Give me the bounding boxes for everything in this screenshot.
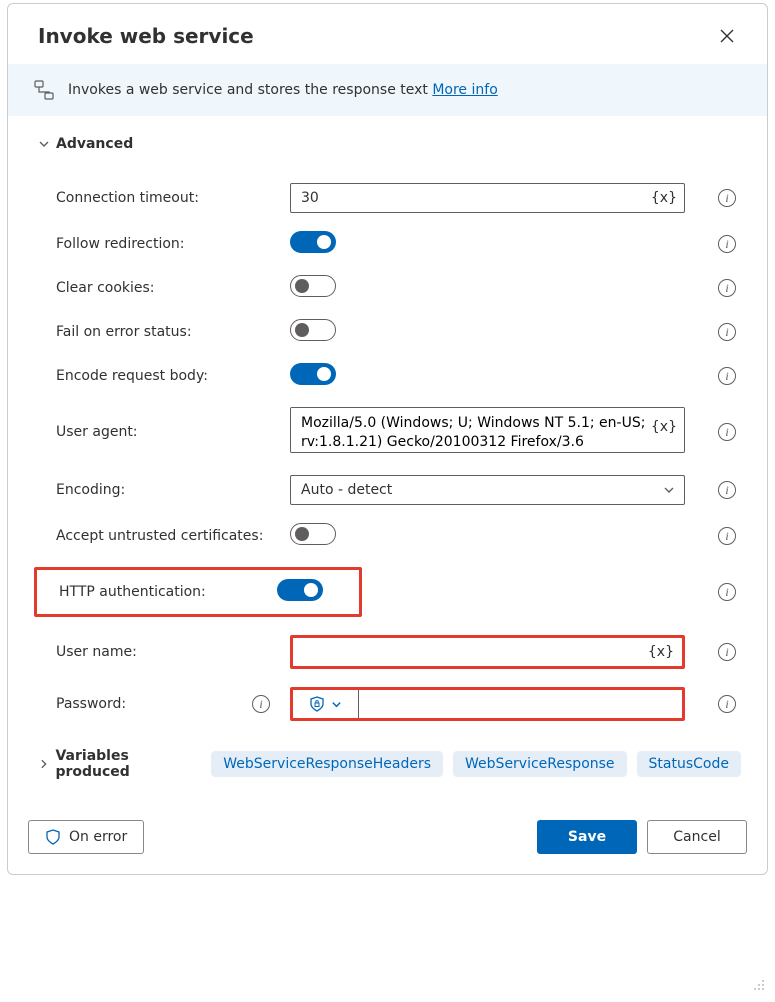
info-icon[interactable]: [718, 481, 736, 499]
password-input[interactable]: [359, 690, 682, 718]
username-input[interactable]: [293, 638, 682, 666]
dialog-title: Invoke web service: [38, 24, 254, 48]
info-icon[interactable]: [718, 527, 736, 545]
info-icon[interactable]: [718, 189, 736, 207]
variable-pill[interactable]: WebServiceResponseHeaders: [211, 751, 443, 777]
dialog-content: Advanced Connection timeout: {x} Follow …: [8, 116, 767, 804]
row-username: User name: {x}: [38, 626, 741, 678]
password-secure-dropdown[interactable]: [293, 690, 359, 718]
follow-redirection-toggle[interactable]: [290, 231, 336, 253]
dialog: Invoke web service Invokes a web service…: [7, 3, 768, 875]
row-variables-produced: Variables produced WebServiceResponseHea…: [38, 730, 741, 804]
encode-body-label: Encode request body:: [56, 368, 208, 384]
resize-grip-icon[interactable]: [753, 979, 765, 994]
row-follow-redirection: Follow redirection:: [38, 222, 741, 266]
info-icon[interactable]: [718, 235, 736, 253]
variable-pill[interactable]: WebServiceResponse: [453, 751, 627, 777]
encoding-label: Encoding:: [56, 482, 125, 498]
shield-lock-icon: [309, 696, 325, 712]
clear-cookies-label: Clear cookies:: [56, 280, 155, 296]
info-icon[interactable]: [718, 423, 736, 441]
user-agent-input[interactable]: [290, 407, 685, 453]
chevron-down-icon: [38, 138, 50, 150]
on-error-button[interactable]: On error: [28, 820, 144, 854]
row-encode-body: Encode request body:: [38, 354, 741, 398]
encoding-select[interactable]: Auto - detect: [290, 475, 685, 505]
variable-token-button[interactable]: {x}: [648, 644, 674, 660]
info-icon[interactable]: [718, 279, 736, 297]
shield-icon: [45, 829, 61, 845]
user-agent-label: User agent:: [56, 424, 138, 440]
web-service-icon: [34, 80, 54, 100]
info-icon[interactable]: [718, 323, 736, 341]
accept-untrusted-label: Accept untrusted certificates:: [56, 528, 263, 544]
fail-on-error-toggle[interactable]: [290, 319, 336, 341]
advanced-section-toggle[interactable]: Advanced: [38, 136, 741, 152]
username-label: User name:: [56, 644, 137, 660]
variable-token-button[interactable]: {x}: [651, 190, 677, 206]
http-authentication-toggle[interactable]: [277, 579, 323, 601]
variable-pill[interactable]: StatusCode: [637, 751, 741, 777]
clear-cookies-toggle[interactable]: [290, 275, 336, 297]
info-icon[interactable]: [252, 695, 270, 713]
connection-timeout-input[interactable]: [290, 183, 685, 213]
row-accept-untrusted: Accept untrusted certificates:: [38, 514, 741, 558]
row-connection-timeout: Connection timeout: {x}: [38, 174, 741, 222]
row-http-authentication: HTTP authentication:: [38, 558, 741, 626]
info-banner: Invokes a web service and stores the res…: [8, 64, 767, 116]
row-fail-on-error: Fail on error status:: [38, 310, 741, 354]
row-clear-cookies: Clear cookies:: [38, 266, 741, 310]
advanced-label: Advanced: [56, 136, 133, 152]
row-user-agent: User agent: {x}: [38, 398, 741, 466]
variables-produced-toggle[interactable]: Variables produced: [38, 748, 201, 780]
fail-on-error-label: Fail on error status:: [56, 324, 192, 340]
encode-body-toggle[interactable]: [290, 363, 336, 385]
dialog-footer: On error Save Cancel: [8, 804, 767, 874]
variable-token-button[interactable]: {x}: [651, 419, 677, 435]
row-password: Password:: [38, 678, 741, 730]
row-encoding: Encoding: Auto - detect: [38, 466, 741, 514]
http-authentication-label: HTTP authentication:: [59, 584, 206, 600]
chevron-right-icon: [38, 758, 49, 770]
close-icon: [720, 29, 734, 43]
chevron-down-icon: [331, 699, 342, 710]
info-icon[interactable]: [718, 583, 736, 601]
info-icon[interactable]: [718, 367, 736, 385]
close-button[interactable]: [713, 22, 741, 50]
accept-untrusted-toggle[interactable]: [290, 523, 336, 545]
password-label: Password:: [56, 696, 126, 712]
cancel-button[interactable]: Cancel: [647, 820, 747, 854]
dialog-header: Invoke web service: [8, 4, 767, 64]
more-info-link[interactable]: More info: [432, 82, 497, 98]
info-icon[interactable]: [718, 695, 736, 713]
save-button[interactable]: Save: [537, 820, 637, 854]
banner-text: Invokes a web service and stores the res…: [68, 82, 498, 98]
info-icon[interactable]: [718, 643, 736, 661]
connection-timeout-label: Connection timeout:: [56, 190, 199, 206]
follow-redirection-label: Follow redirection:: [56, 236, 185, 252]
